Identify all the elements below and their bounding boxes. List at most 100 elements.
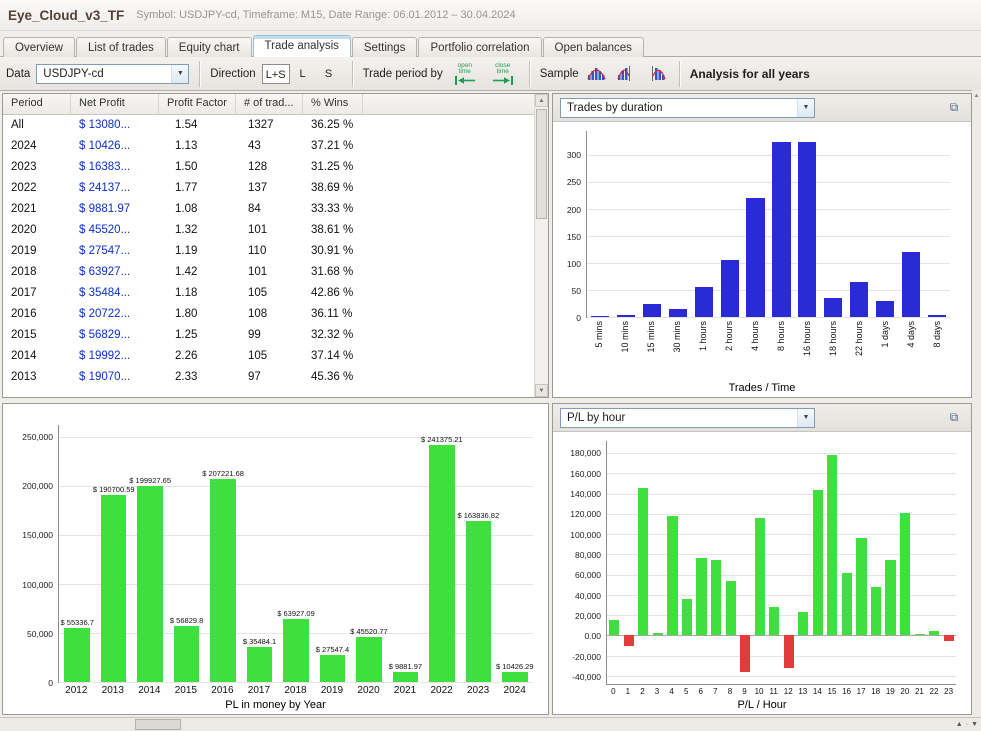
chevron-down-icon: ▼: [171, 64, 189, 83]
window-vertical-scrollbar[interactable]: ▲: [972, 90, 981, 717]
y-tick-label: 20,000: [575, 610, 601, 621]
table-row[interactable]: 2019 $ 27547... 1.19 110 30.91 %: [3, 241, 548, 262]
column-header[interactable]: Period: [3, 94, 71, 114]
chart-bar: [824, 298, 843, 317]
table-row[interactable]: 2022 $ 24137... 1.77 137 38.69 %: [3, 178, 548, 199]
tab-list-of-trades[interactable]: List of trades: [75, 37, 166, 57]
table-row[interactable]: 2016 $ 20722... 1.80 108 36.11 %: [3, 304, 548, 325]
table-cell: $ 56829...: [79, 329, 131, 341]
chart-bar: [783, 635, 794, 668]
chart-bar: [319, 654, 346, 682]
x-tick-label: 2014: [138, 685, 161, 696]
scroll-down-icon[interactable]: ▼: [971, 721, 978, 728]
x-tick-label: 2022: [430, 685, 453, 696]
x-tick-label: 2012: [65, 685, 88, 696]
x-tick-label: 8: [727, 687, 733, 696]
y-tick-label: 250: [566, 177, 581, 188]
scroll-up-icon[interactable]: ▲: [535, 94, 548, 107]
chart-bar: [623, 635, 634, 646]
x-tick-label: 5 mins: [593, 321, 604, 348]
chart-bar: [652, 633, 663, 636]
chevron-down-icon: ▼: [797, 408, 814, 427]
bar-value-label: $ 35484.1: [242, 637, 277, 647]
chart-bar: [769, 607, 780, 636]
chart-bar: [710, 560, 722, 636]
y-tick-label: 0.00: [584, 631, 601, 642]
scrollbar-thumb[interactable]: [536, 109, 547, 219]
table-row[interactable]: 2017 $ 35484... 1.18 105 42.86 %: [3, 283, 548, 304]
table-row[interactable]: 2014 $ 19992... 2.26 105 37.14 %: [3, 346, 548, 367]
y-tick-label: 300: [566, 150, 581, 161]
period-stats-panel: Period Net Profit Profit Factor # of trad..…: [2, 93, 549, 398]
analysis-title: Analysis for all years: [689, 66, 810, 81]
y-tick-label: 100: [566, 258, 581, 269]
table-row[interactable]: 2021 $ 9881.97 1.08 84 33.33 %: [3, 199, 548, 220]
tab-open-balances[interactable]: Open balances: [542, 37, 644, 57]
table-vertical-scrollbar[interactable]: ▲ ▼: [534, 94, 548, 397]
popout-chart-icon[interactable]: ⧉: [944, 409, 964, 426]
x-axis-labels: 2012 2013 2014 2015 2016 2017 2018 2019 2020 2021…: [58, 683, 533, 696]
column-header[interactable]: Profit Factor: [159, 94, 236, 114]
table-row[interactable]: 2015 $ 56829... 1.25 99 32.32 %: [3, 325, 548, 346]
x-tick-label: 10 mins: [619, 321, 630, 353]
table-cell: 2017: [11, 287, 37, 299]
table-row[interactable]: 2020 $ 45520... 1.32 101 38.61 %: [3, 220, 548, 241]
gridline: [607, 635, 956, 637]
sample-label: Sample: [539, 67, 579, 80]
sample-in-sample-chart-icon[interactable]: [615, 63, 639, 85]
direction-option-s[interactable]: S: [316, 64, 342, 84]
table-row[interactable]: 2024 $ 10426... 1.13 43 37.21 %: [3, 136, 548, 157]
data-symbol-select[interactable]: USDJPY-cd ▼: [36, 63, 190, 84]
window-horizontal-scrollbar[interactable]: ▲ · ▼: [0, 717, 981, 731]
x-tick-label: 5: [683, 687, 689, 696]
table-row[interactable]: 2023 $ 16383... 1.50 128 31.25 %: [3, 157, 548, 178]
chart-bar: [590, 315, 610, 317]
bar-value-label: $ 199927.65: [129, 475, 171, 485]
hour-chart-select-value: P/L by hour: [567, 411, 626, 424]
x-axis-labels: 5 mins 10 mins 15 mins 30 mins 1 hours 2 hour…: [586, 318, 950, 379]
chart-bar: [827, 455, 838, 636]
y-tick-label: 40,000: [575, 590, 601, 601]
x-tick-label: 18: [871, 687, 881, 696]
y-tick-label: 150,000: [22, 530, 53, 541]
table-cell: 101: [248, 224, 268, 236]
scroll-up-icon[interactable]: ▲: [956, 721, 963, 728]
sample-out-of-sample-chart-icon[interactable]: [645, 63, 669, 85]
table-row[interactable]: 2018 $ 63927... 1.42 101 31.68 %: [3, 262, 548, 283]
tab-overview[interactable]: Overview: [3, 37, 75, 57]
scrollbar-track[interactable]: [535, 107, 548, 384]
chart-bar: [210, 478, 236, 682]
sample-all-chart-icon[interactable]: [585, 63, 609, 85]
scrollbar-thumb[interactable]: [135, 719, 181, 730]
tab-portfolio-correlation[interactable]: Portfolio correlation: [418, 37, 542, 57]
x-tick-label: 17: [856, 687, 866, 696]
chart-bar: [929, 631, 940, 636]
x-tick-label: 11: [769, 687, 778, 696]
tab-settings[interactable]: Settings: [351, 37, 418, 57]
direction-option-lpluss[interactable]: L+S: [261, 63, 290, 84]
table-row[interactable]: All $ 13080... 1.54 1327 36.25 %: [3, 115, 548, 136]
column-header[interactable]: Net Profit: [71, 94, 159, 114]
direction-option-l[interactable]: L: [290, 64, 316, 84]
close-time-button[interactable]: close time: [487, 60, 519, 88]
open-time-button[interactable]: open time: [449, 60, 481, 88]
hour-chart-select[interactable]: P/L by hour ▼: [560, 407, 815, 428]
x-tick-label: 4: [669, 687, 674, 696]
scroll-up-icon[interactable]: ▲: [972, 90, 981, 99]
y-tick-label: 0: [576, 313, 581, 323]
direction-group: L+S L S: [261, 63, 342, 84]
popout-chart-icon[interactable]: ⧉: [944, 99, 964, 116]
tab-equity-chart[interactable]: Equity chart: [166, 37, 252, 57]
x-tick-label: 2021: [393, 685, 417, 696]
table-cell: 101: [248, 266, 268, 278]
tab-trade-analysis[interactable]: Trade analysis: [252, 35, 351, 57]
column-header[interactable]: % Wins: [303, 94, 363, 114]
chart-bar: [841, 572, 853, 636]
table-cell: 38.69 %: [311, 182, 354, 194]
column-header[interactable]: # of trad...: [236, 94, 303, 114]
chart-bar: [725, 580, 736, 636]
x-tick-label: 23: [944, 687, 954, 696]
table-row[interactable]: 2013 $ 19070... 2.33 97 45.36 %: [3, 367, 548, 388]
duration-chart-select[interactable]: Trades by duration ▼: [560, 97, 815, 118]
scroll-down-icon[interactable]: ▼: [535, 384, 548, 397]
